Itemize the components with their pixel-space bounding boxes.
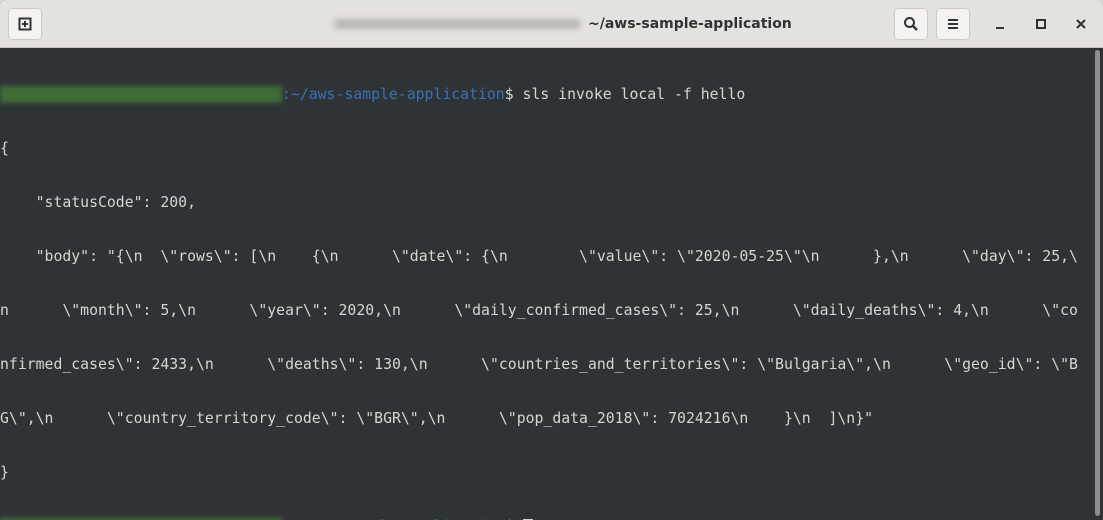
close-icon (1076, 19, 1086, 29)
blurred-user-host (335, 19, 580, 29)
menu-button[interactable] (936, 8, 970, 40)
prompt-path: :~/aws-sample-application (282, 86, 505, 103)
maximize-button[interactable] (1024, 8, 1058, 40)
new-tab-icon (18, 17, 32, 31)
prompt-symbol: $ (504, 86, 523, 103)
hamburger-menu-icon (948, 19, 958, 29)
output-line: } (0, 464, 9, 481)
command-text: sls invoke local -f hello (522, 86, 746, 103)
minimize-icon (996, 27, 1004, 29)
search-icon (904, 17, 918, 31)
search-button[interactable] (894, 8, 928, 40)
minimize-button[interactable] (983, 8, 1017, 40)
window-title: ~/aws-sample-application (335, 14, 792, 34)
output-line: "statusCode": 200, (0, 194, 196, 211)
new-tab-button[interactable] (8, 8, 42, 40)
window-title-text: ~/aws-sample-application (588, 16, 792, 32)
scrollbar[interactable] (1095, 50, 1100, 516)
maximize-icon (1036, 19, 1046, 29)
output-line: { (0, 140, 9, 157)
output-line: nfirmed_cases\": 2433,\n \"deaths\": 130… (0, 356, 1078, 373)
output-line: n \"month\": 5,\n \"year\": 2020,\n \"da… (0, 302, 1078, 319)
close-button[interactable] (1064, 8, 1098, 40)
title-bar: ~/aws-sample-application (0, 0, 1103, 48)
terminal-content[interactable]: :~/aws-sample-application$ sls invoke lo… (0, 48, 1092, 520)
terminal-window: ~/aws-sample-application :~/aws-sample-a… (0, 0, 1103, 520)
output-line: "body": "{\n \"rows\": [\n {\n \"date\":… (0, 248, 1078, 265)
command-line: :~/aws-sample-application$ sls invoke lo… (0, 86, 1092, 104)
output-line: G\",\n \"country_territory_code\": \"BGR… (0, 410, 874, 427)
blurred-username (0, 86, 282, 103)
